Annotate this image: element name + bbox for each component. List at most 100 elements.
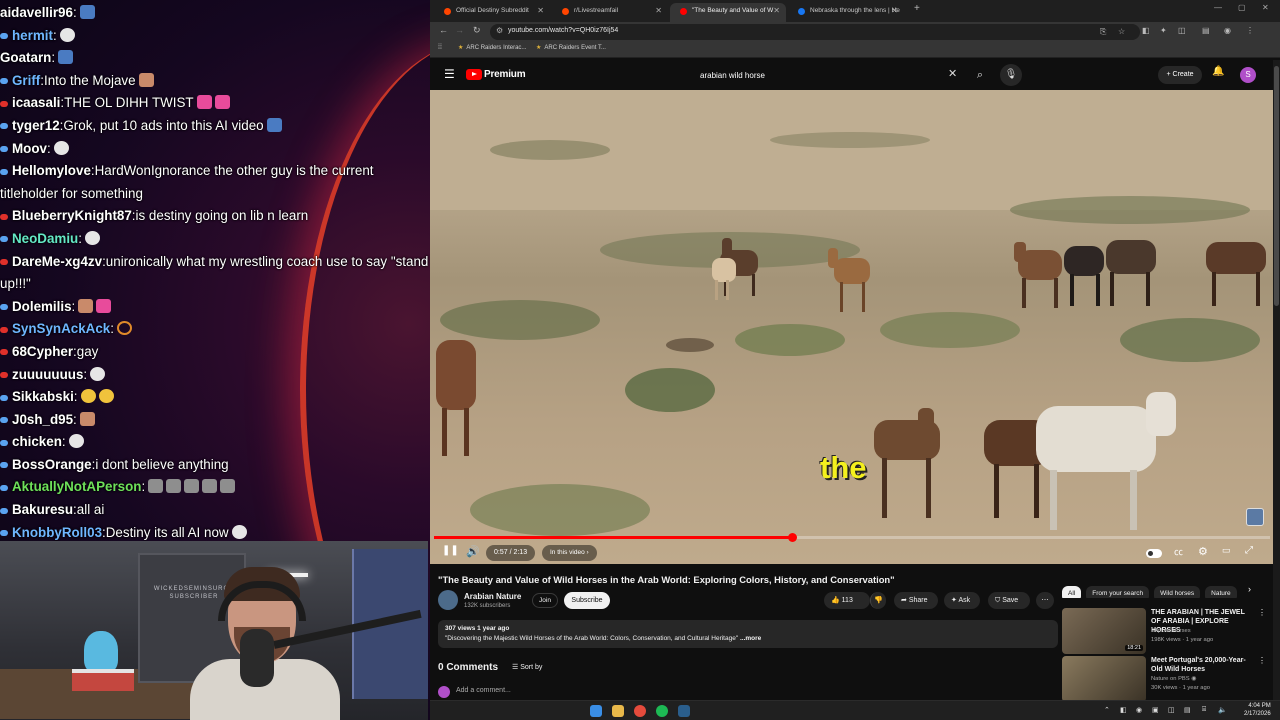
chat-username[interactable]: icaasali bbox=[12, 95, 60, 110]
tray-expand-icon[interactable]: ⌃ bbox=[1104, 706, 1110, 714]
chat-username[interactable]: Dolemilis bbox=[12, 299, 72, 314]
tab-close-icon[interactable]: ✕ bbox=[537, 3, 544, 18]
bookmark-star-icon[interactable]: ☆ bbox=[1118, 27, 1125, 36]
chat-username[interactable]: tyger12 bbox=[12, 118, 60, 133]
chat-username[interactable]: BlueberryKnight87 bbox=[12, 208, 132, 223]
maximize-icon[interactable]: ▢ bbox=[1238, 3, 1246, 12]
tray-app-icon-4[interactable]: ◫ bbox=[1168, 706, 1175, 714]
chat-username[interactable]: BossOrange bbox=[12, 457, 92, 472]
tray-app-icon[interactable]: ◧ bbox=[1120, 706, 1127, 714]
browser-tab[interactable]: Official Destiny Subreddit ✕ bbox=[434, 3, 550, 22]
video-player[interactable]: the ❚❚ 🔊 0:57 / 2:13 In this video › ㏄ ⚙… bbox=[430, 90, 1275, 564]
like-button[interactable]: 👍 113 bbox=[824, 592, 870, 609]
chat-username[interactable]: hermit bbox=[12, 28, 53, 43]
filter-chip[interactable]: All bbox=[1062, 586, 1082, 598]
chat-username[interactable]: SynSynAckAck bbox=[12, 321, 110, 336]
network-icon[interactable]: ⌸ bbox=[1202, 706, 1206, 714]
chat-username[interactable]: DareMe-xg4zv bbox=[12, 254, 102, 269]
youtube-logo-icon[interactable] bbox=[466, 69, 482, 80]
join-button[interactable]: Join bbox=[532, 593, 558, 608]
more-actions-icon[interactable]: ⋯ bbox=[1036, 592, 1054, 609]
steam-icon[interactable] bbox=[678, 705, 690, 717]
save-button[interactable]: ⛉ Save bbox=[988, 592, 1030, 609]
chat-username[interactable]: J0sh_d95 bbox=[12, 412, 73, 427]
tab-close-icon[interactable]: ✕ bbox=[655, 3, 662, 18]
tab-close-icon[interactable]: ✕ bbox=[773, 3, 780, 18]
new-tab-button[interactable]: + bbox=[914, 3, 920, 14]
apps-icon[interactable]: ⁞⁞ bbox=[438, 44, 442, 51]
minimize-icon[interactable]: — bbox=[1214, 3, 1222, 12]
chrome-icon[interactable] bbox=[634, 705, 646, 717]
video-thumbnail[interactable]: 18:21 bbox=[1062, 608, 1146, 654]
video-menu-icon[interactable]: ⋮ bbox=[1258, 608, 1266, 617]
channel-watermark-icon[interactable] bbox=[1246, 508, 1264, 526]
extension-icon[interactable]: ◧ bbox=[1142, 26, 1150, 35]
reload-icon[interactable]: ↻ bbox=[473, 25, 481, 36]
recommended-video[interactable]: Meet Portugal's 20,000-Year-Old Wild Hor… bbox=[1062, 656, 1272, 700]
file-explorer-icon[interactable] bbox=[612, 705, 624, 717]
chat-username[interactable]: NeoDamiu bbox=[12, 231, 78, 246]
description-box[interactable]: 307 views 1 year ago "Discovering the Ma… bbox=[438, 620, 1058, 648]
bookmark-2[interactable]: ★ ARC Raiders Event T... bbox=[536, 44, 606, 51]
clear-search-icon[interactable]: ✕ bbox=[948, 67, 957, 80]
recommended-video[interactable]: 18:21 THE ARABIAN | THE JEWEL OF ARABIA |… bbox=[1062, 608, 1272, 656]
page-scrollbar[interactable] bbox=[1273, 60, 1280, 700]
account-avatar[interactable]: S bbox=[1240, 67, 1256, 83]
forward-icon[interactable]: → bbox=[455, 25, 464, 35]
chevron-right-icon[interactable]: › bbox=[1248, 584, 1251, 594]
description-more-link[interactable]: ...more bbox=[738, 635, 761, 642]
progress-bar[interactable] bbox=[434, 533, 1270, 542]
start-icon[interactable] bbox=[590, 705, 602, 717]
tray-app-icon-3[interactable]: ▣ bbox=[1152, 706, 1159, 714]
profile-icon[interactable]: ◉ bbox=[1224, 26, 1231, 35]
menu-icon[interactable]: ☰ bbox=[444, 67, 455, 81]
chat-username[interactable]: Bakuresu bbox=[12, 502, 73, 517]
browser-menu-icon[interactable]: ⋮ bbox=[1246, 26, 1254, 35]
tray-app-icon-5[interactable]: ▤ bbox=[1184, 706, 1191, 714]
browser-tab[interactable]: Nebraska through the lens | He ✕ bbox=[788, 3, 904, 22]
microphone-icon[interactable]: 🎙 bbox=[1000, 64, 1022, 86]
chat-username[interactable]: Goatarn bbox=[0, 50, 51, 65]
notifications-icon[interactable]: 🔔 bbox=[1212, 66, 1224, 77]
search-input[interactable] bbox=[692, 65, 962, 85]
channel-name[interactable]: Arabian Nature bbox=[464, 592, 521, 601]
chat-username[interactable]: zuuuuuuus bbox=[12, 367, 83, 382]
settings-gear-icon[interactable]: ⚙ bbox=[1198, 545, 1208, 558]
bookmark-1[interactable]: ★ ARC Raiders Interac... bbox=[458, 44, 526, 51]
filter-chip[interactable]: From your search bbox=[1086, 586, 1150, 598]
chat-username[interactable]: Moov bbox=[12, 141, 47, 156]
subtitles-icon[interactable]: ㏄ bbox=[1174, 545, 1183, 558]
spotify-icon[interactable] bbox=[656, 705, 668, 717]
video-menu-icon[interactable]: ⋮ bbox=[1258, 656, 1266, 665]
site-info-icon[interactable]: ⚙ bbox=[496, 26, 503, 35]
tab-close-icon[interactable]: ✕ bbox=[891, 3, 898, 18]
sidebar-icon[interactable]: ▤ bbox=[1202, 26, 1210, 35]
extension-icon-2[interactable]: ✦ bbox=[1160, 26, 1167, 35]
search-icon[interactable]: ⌕ bbox=[970, 65, 990, 85]
filter-chip[interactable]: Wild horses bbox=[1154, 586, 1201, 598]
chat-username[interactable]: chicken bbox=[12, 434, 62, 449]
progress-scrubber[interactable] bbox=[787, 533, 797, 542]
chat-username[interactable]: 68Cypher bbox=[12, 344, 73, 359]
theater-mode-icon[interactable]: ▭ bbox=[1222, 545, 1231, 556]
share-button[interactable]: ➦ Share bbox=[894, 592, 938, 609]
video-thumbnail[interactable] bbox=[1062, 656, 1146, 700]
chat-username[interactable]: AktuallyNotAPerson bbox=[12, 479, 141, 494]
install-icon[interactable]: ⎘ bbox=[1100, 27, 1106, 37]
fullscreen-icon[interactable]: ⤢ bbox=[1245, 545, 1253, 556]
system-clock[interactable]: 4:04 PM 2/17/2026 bbox=[1244, 702, 1271, 718]
chat-username[interactable]: Griff bbox=[12, 73, 40, 88]
ask-button[interactable]: ✦ Ask bbox=[944, 592, 980, 609]
chat-username[interactable]: Hellomylove bbox=[12, 163, 91, 178]
channel-avatar[interactable] bbox=[438, 590, 458, 610]
browser-tab[interactable]: "The Beauty and Value of W ✕ bbox=[670, 3, 786, 22]
subscribe-button[interactable]: Subscribe bbox=[564, 592, 610, 609]
add-comment-input[interactable]: Add a comment... bbox=[456, 687, 511, 694]
youtube-brand[interactable]: Premium bbox=[484, 69, 526, 80]
speaker-icon[interactable]: 🔈 bbox=[1218, 706, 1227, 714]
chat-username[interactable]: Sikkabski bbox=[12, 389, 74, 404]
filter-chip[interactable]: Nature bbox=[1205, 586, 1237, 598]
dislike-button[interactable]: 👎 bbox=[870, 592, 886, 609]
chat-username[interactable]: KnobbyRoll03 bbox=[12, 525, 102, 540]
close-window-icon[interactable]: ✕ bbox=[1262, 3, 1269, 12]
